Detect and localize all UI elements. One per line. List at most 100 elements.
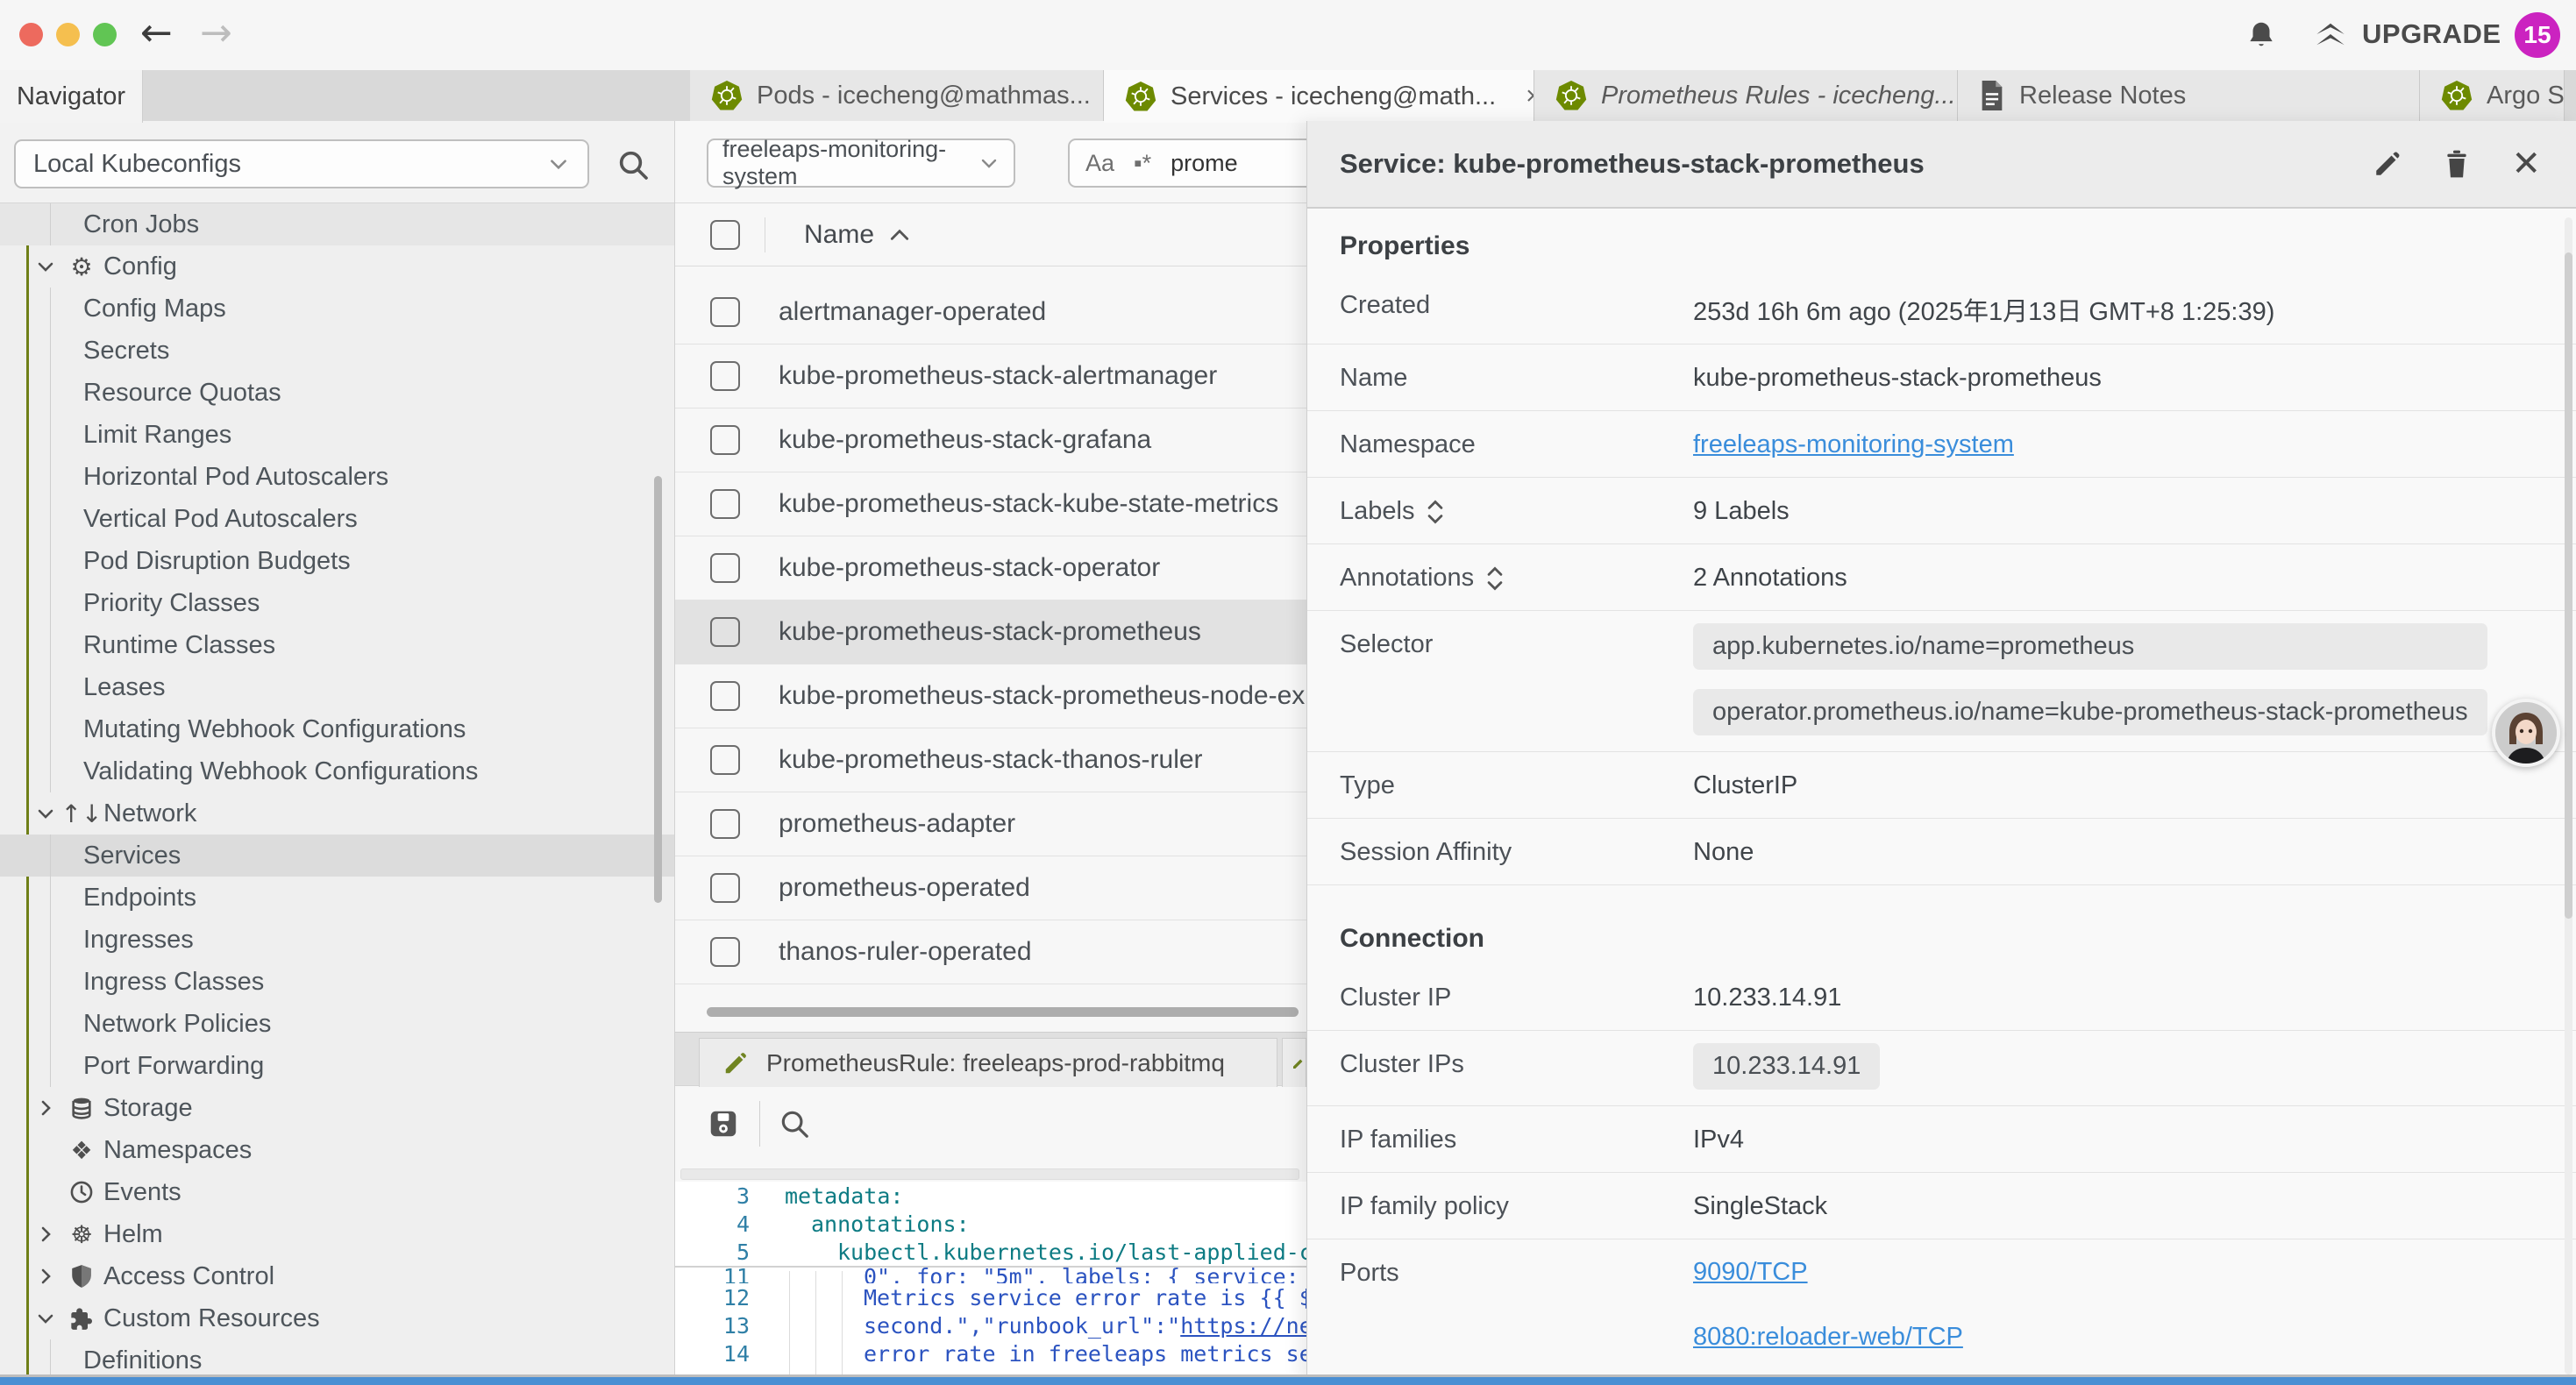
code-link[interactable]: https://net [1180,1313,1326,1339]
row-checkbox[interactable] [710,937,740,967]
table-row-prometheus-adapter[interactable]: prometheus-adapter [675,792,1306,856]
row-checkbox[interactable] [710,809,740,839]
row-checkbox[interactable] [710,297,740,327]
sidebar-item-vertical-pod-autoscalers[interactable]: Vertical Pod Autoscalers [0,498,674,540]
row-checkbox[interactable] [710,745,740,775]
tab-services-icecheng-math[interactable]: Services - icecheng@math...× [1104,70,1534,123]
sidebar-item-storage[interactable]: Storage [0,1087,674,1129]
editor-tab-partial[interactable] [1282,1038,1306,1087]
port-link[interactable]: 8080:reloader-web/TCP [1693,1323,1963,1352]
sidebar-item-validating-webhook-configurations[interactable]: Validating Webhook Configurations [0,750,674,792]
edit-pencil-icon[interactable] [2373,149,2402,179]
sort-ascending-icon[interactable] [888,226,911,244]
sidebar-item-custom-resources[interactable]: Custom Resources [0,1297,674,1339]
sidebar-scrollbar[interactable] [654,476,662,903]
table-row-kube-prometheus-stack-prometheus[interactable]: kube-prometheus-stack-prometheus [675,600,1306,664]
tab-pods-icecheng-mathmas[interactable]: Pods - icecheng@mathmas... [690,70,1104,121]
yaml-editor[interactable]: 3metadata:4annotations:5kubectl.kubernet… [675,1182,1306,1385]
sidebar-item-runtime-classes[interactable]: Runtime Classes [0,624,674,666]
sidebar-item-namespaces[interactable]: ❖Namespaces [0,1129,674,1171]
sidebar-item-network[interactable]: ↑↓Network [0,792,674,835]
tab-release-notes[interactable]: Release Notes [1958,70,2420,121]
sidebar-item-priority-classes[interactable]: Priority Classes [0,582,674,624]
editor-minimized-bar[interactable] [680,1168,1299,1180]
row-checkbox[interactable] [710,489,740,519]
chevron-right-icon[interactable] [35,1266,56,1287]
horizontal-scrollbar[interactable] [707,1007,1299,1017]
sidebar-item-ingress-classes[interactable]: Ingress Classes [0,961,674,1003]
row-checkbox[interactable] [710,553,740,583]
chevron-right-icon[interactable] [35,1097,56,1119]
table-row-kube-prometheus-stack-kube-state-metrics[interactable]: kube-prometheus-stack-kube-state-metrics [675,472,1306,536]
port-link[interactable]: 9090/TCP [1693,1258,1808,1287]
namespace-select[interactable]: freeleaps-monitoring-system [707,138,1015,188]
chevron-down-icon[interactable] [35,803,56,824]
forward-arrow-icon[interactable]: → [200,12,232,54]
back-arrow-icon[interactable]: ← [140,12,173,54]
sidebar-item-ingresses[interactable]: Ingresses [0,919,674,961]
sidebar-item-secrets[interactable]: Secrets [0,330,674,372]
sidebar-item-endpoints[interactable]: Endpoints [0,877,674,919]
table-row-kube-prometheus-stack-thanos-ruler[interactable]: kube-prometheus-stack-thanos-ruler [675,728,1306,792]
sidebar-item-pod-disruption-budgets[interactable]: Pod Disruption Budgets [0,540,674,582]
regex-toggle[interactable]: ▪* [1134,150,1151,177]
table-row-prometheus-operated[interactable]: prometheus-operated [675,856,1306,920]
table-row-kube-prometheus-stack-prometheus-node-expor[interactable]: kube-prometheus-stack-prometheus-node-ex… [675,664,1306,728]
namespace-link[interactable]: freeleaps-monitoring-system [1693,430,2014,458]
notification-badge[interactable]: 15 [2515,12,2560,58]
row-checkbox[interactable] [710,873,740,903]
detail-label: Name [1340,364,1407,393]
row-checkbox[interactable] [710,681,740,711]
row-checkbox[interactable] [710,361,740,391]
table-row-thanos-ruler-operated[interactable]: thanos-ruler-operated [675,920,1306,984]
sidebar-item-horizontal-pod-autoscalers[interactable]: Horizontal Pod Autoscalers [0,456,674,498]
editor-search-icon[interactable] [778,1107,811,1140]
sidebar-search-icon[interactable] [616,147,651,182]
tab-navigator[interactable]: Navigator [0,70,143,123]
zoom-window-button[interactable] [93,23,117,46]
table-row-kube-prometheus-stack-grafana[interactable]: kube-prometheus-stack-grafana [675,408,1306,472]
sidebar-item-config[interactable]: ⚙Config [0,245,674,288]
sidebar-item-mutating-webhook-configurations[interactable]: Mutating Webhook Configurations [0,708,674,750]
minimize-window-button[interactable] [56,23,80,46]
sidebar-item-config-maps[interactable]: Config Maps [0,288,674,330]
close-window-button[interactable] [19,23,43,46]
sidebar-item-helm[interactable]: ☸Helm [0,1213,674,1255]
row-checkbox[interactable] [710,425,740,455]
expand-collapse-icon[interactable] [1427,499,1444,525]
match-case-toggle[interactable]: Aa [1085,150,1114,177]
upgrade-button[interactable]: UPGRADE [2311,16,2501,53]
close-tab-icon[interactable]: × [1526,82,1534,111]
assistant-avatar[interactable] [2492,699,2560,767]
tab-prometheus-rules-icecheng[interactable]: Prometheus Rules - icecheng... [1534,70,1958,121]
chevron-right-icon[interactable] [35,1224,56,1245]
sidebar-item-limit-ranges[interactable]: Limit Ranges [0,414,674,456]
sidebar-item-leases[interactable]: Leases [0,666,674,708]
delete-trash-icon[interactable] [2443,148,2471,180]
save-icon[interactable] [707,1107,740,1140]
sidebar-item-port-forwarding[interactable]: Port Forwarding [0,1045,674,1087]
sidebar-item-cron-jobs[interactable]: Cron Jobs [0,203,674,245]
notifications-bell-icon[interactable] [2245,18,2278,53]
sidebar-item-events[interactable]: Events [0,1171,674,1213]
table-row-kube-prometheus-stack-alertmanager[interactable]: kube-prometheus-stack-alertmanager [675,344,1306,408]
tab-argo-se[interactable]: Argo Se [2420,70,2565,121]
row-checkbox[interactable] [710,617,740,647]
table-row-alertmanager-operated[interactable]: alertmanager-operated [675,281,1306,344]
expand-collapse-icon[interactable] [1486,565,1504,592]
select-all-checkbox[interactable] [710,220,740,250]
sidebar-item-services[interactable]: Services [0,835,674,877]
sidebar-item-resource-quotas[interactable]: Resource Quotas [0,372,674,414]
table-header: Name [675,203,1306,266]
name-filter-input[interactable]: Aa ▪* prome [1068,138,1322,188]
close-icon[interactable]: ✕ [2511,149,2541,179]
sidebar-item-network-policies[interactable]: Network Policies [0,1003,674,1045]
name-column-header[interactable]: Name [804,220,874,250]
editor-tab-prometheusrule[interactable]: PrometheusRule: freeleaps-prod-rabbitmq [699,1038,1277,1087]
sidebar-item-access-control[interactable]: Access Control [0,1255,674,1297]
details-scrollbar-thumb[interactable] [2565,252,2572,919]
chevron-down-icon[interactable] [35,256,56,277]
chevron-down-icon[interactable] [35,1308,56,1329]
table-row-kube-prometheus-stack-operator[interactable]: kube-prometheus-stack-operator [675,536,1306,600]
kubeconfig-select[interactable]: Local Kubeconfigs [14,139,589,188]
